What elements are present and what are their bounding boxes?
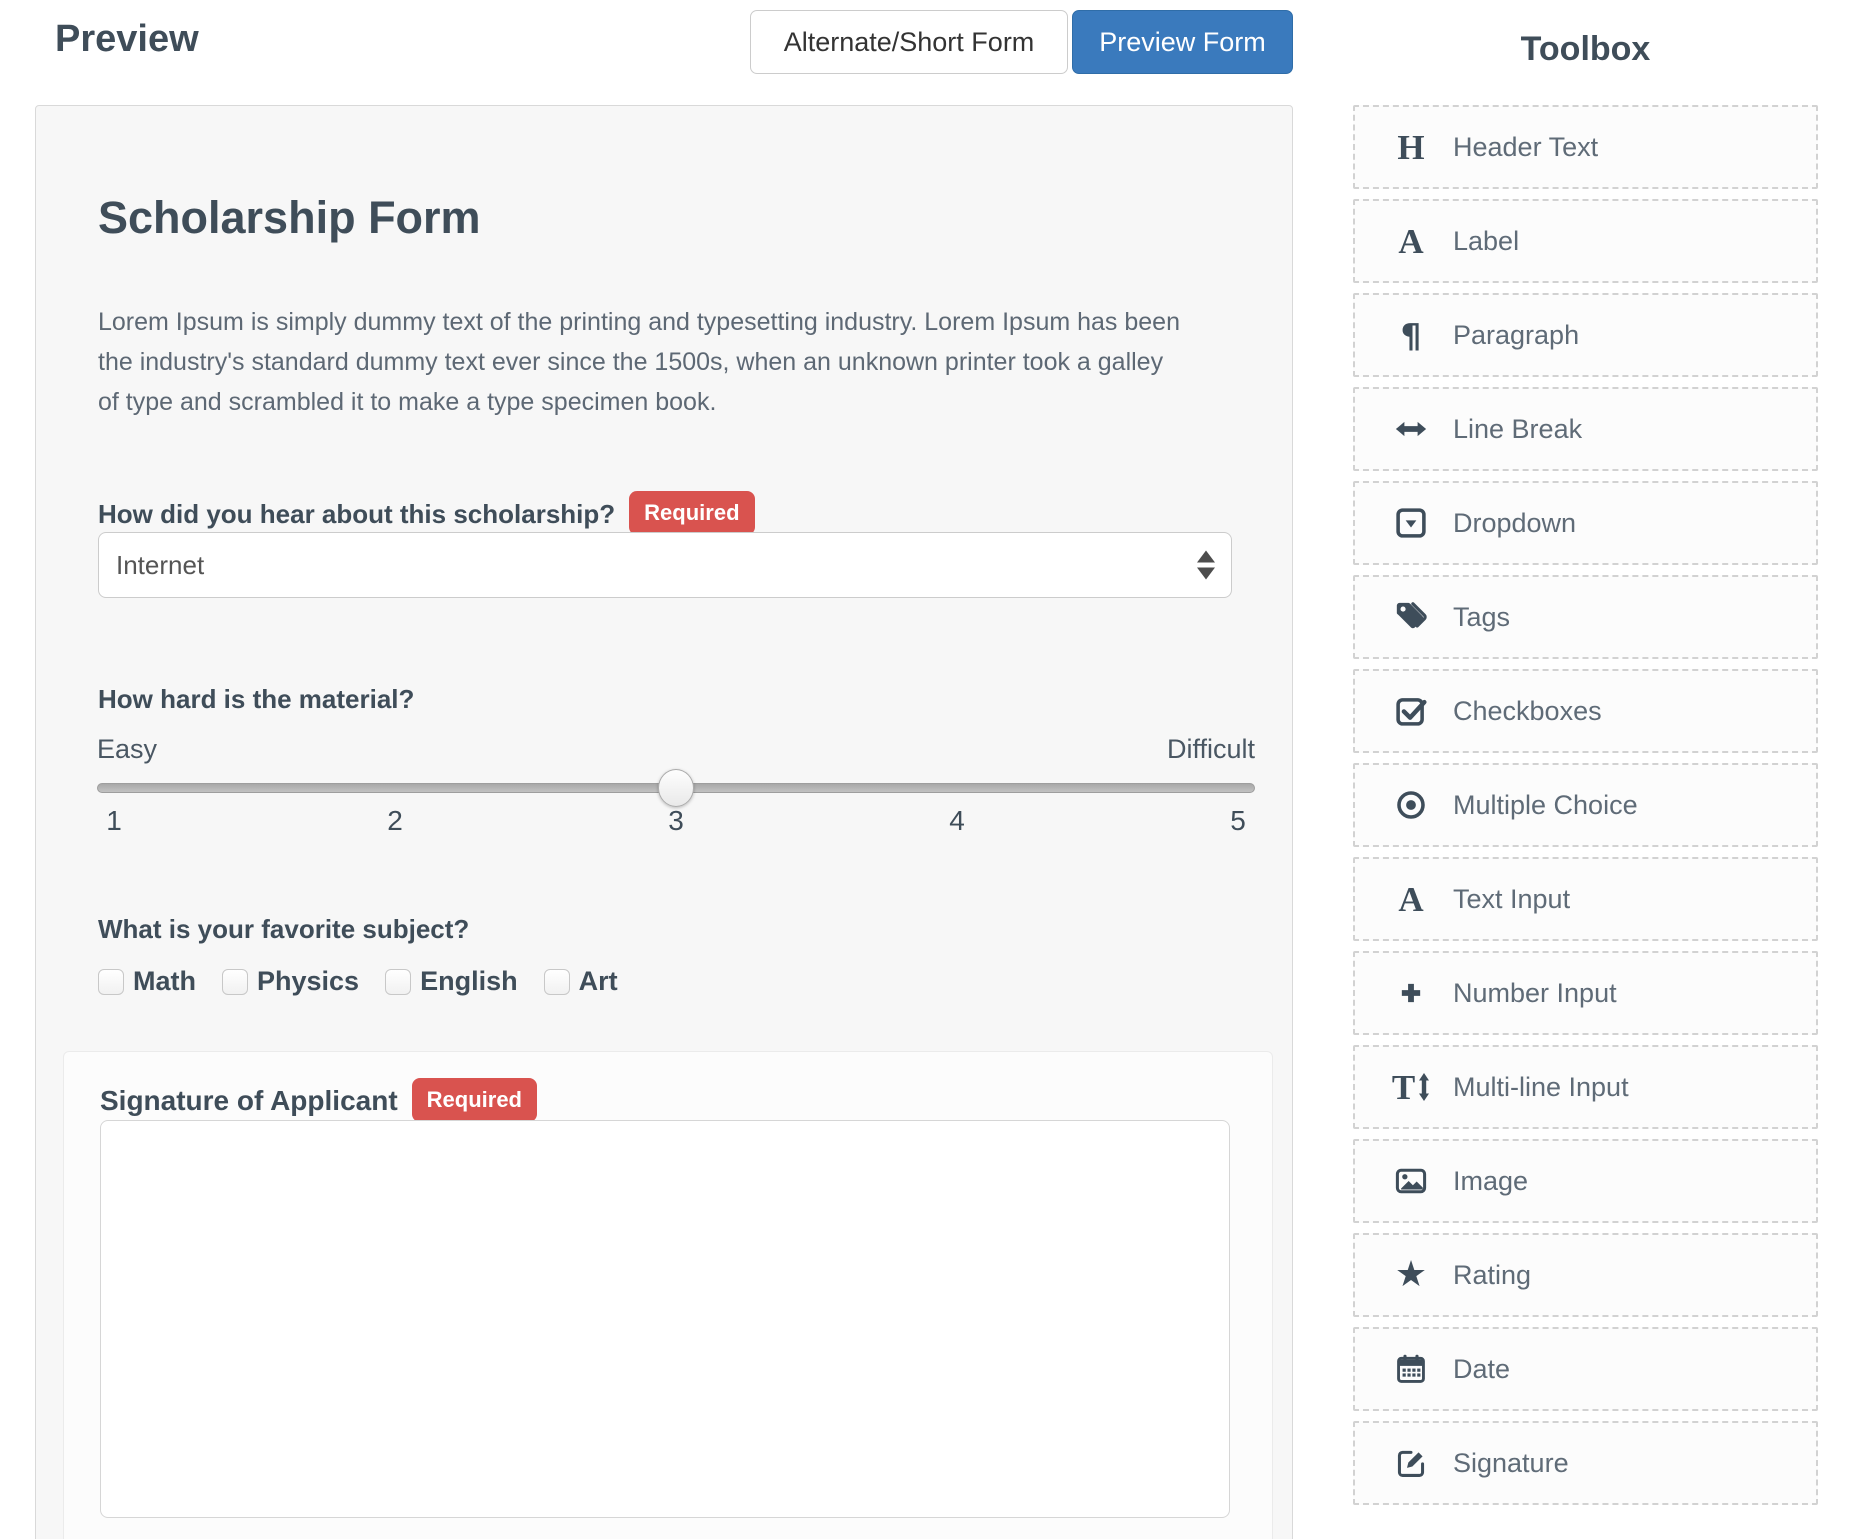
dropdown-question-label: How did you hear about this scholarship?…: [98, 491, 755, 535]
difficulty-slider[interactable]: [97, 769, 1255, 809]
checkbox-option-english[interactable]: English: [385, 966, 518, 997]
toolbox-item-paragraph[interactable]: ¶ Paragraph: [1353, 293, 1818, 377]
slider-question-label: How hard is the material?: [98, 682, 414, 716]
toolbox-item-label: Multi-line Input: [1453, 1072, 1629, 1103]
slider-max-label: Difficult: [1167, 734, 1255, 765]
preview-form-button[interactable]: Preview Form: [1072, 10, 1293, 74]
checkbox-option-label: Physics: [257, 966, 359, 997]
toolbox-item-dropdown[interactable]: Dropdown: [1353, 481, 1818, 565]
slider-min-label: Easy: [97, 734, 157, 765]
header-text-icon: H: [1391, 125, 1431, 169]
checkbox-option-math[interactable]: Math: [98, 966, 196, 997]
arrow-up-icon: [1197, 551, 1215, 563]
form-preview-panel: Scholarship Form Lorem Ipsum is simply d…: [35, 105, 1293, 1539]
form-paragraph-line: the industry's standard dummy text ever …: [98, 342, 1180, 382]
preview-form-button-label: Preview Form: [1099, 27, 1266, 58]
alternate-short-form-button-label: Alternate/Short Form: [784, 27, 1035, 58]
checkboxes-icon: [1391, 689, 1431, 733]
form-paragraph-line: Lorem Ipsum is simply dummy text of the …: [98, 302, 1180, 342]
required-badge: Required: [629, 491, 754, 535]
preview-heading: Preview: [55, 18, 199, 61]
checkbox-option-label: Math: [133, 966, 196, 997]
toolbox-item-label: Rating: [1453, 1260, 1531, 1291]
signature-label-text: Signature of Applicant: [100, 1085, 398, 1116]
select-stepper-arrows-icon: [1197, 551, 1215, 580]
signature-icon: [1391, 1441, 1431, 1485]
arrow-down-icon: [1197, 568, 1215, 580]
toolbox-item-checkboxes[interactable]: Checkboxes: [1353, 669, 1818, 753]
tags-icon: [1391, 595, 1431, 639]
toolbox-item-label: Number Input: [1453, 978, 1617, 1009]
form-paragraph-line: of type and scrambled it to make a type …: [98, 382, 1180, 422]
date-icon: [1391, 1347, 1431, 1391]
toolbox-item-header-text[interactable]: H Header Text: [1353, 105, 1818, 189]
toolbox-item-label: Checkboxes: [1453, 696, 1602, 727]
toolbox-item-image[interactable]: Image: [1353, 1139, 1818, 1223]
multiple-choice-icon: [1391, 783, 1431, 827]
number-input-icon: [1391, 971, 1431, 1015]
toolbox-item-label: Image: [1453, 1166, 1528, 1197]
line-break-icon: [1391, 407, 1431, 451]
signature-section-card: Signature of Applicant Required: [63, 1051, 1273, 1539]
required-badge: Required: [412, 1078, 537, 1122]
hear-about-select-value: Internet: [116, 550, 204, 581]
dropdown-question-label-text: How did you hear about this scholarship?: [98, 499, 615, 529]
signature-label-row: Signature of Applicant Required: [100, 1078, 537, 1122]
checkbox-options-row: Math Physics English Art: [98, 966, 618, 997]
checkbox-question-label: What is your favorite subject?: [98, 912, 469, 946]
slider-tick: 3: [659, 805, 693, 837]
label-icon: A: [1391, 219, 1431, 263]
slider-minmax-labels: Easy Difficult: [97, 734, 1255, 765]
slider-tick: 5: [1221, 805, 1255, 837]
toolbox-item-rating[interactable]: ★ Rating: [1353, 1233, 1818, 1317]
checkbox-option-label: English: [420, 966, 518, 997]
slider-tick: 2: [378, 805, 412, 837]
checkbox-icon[interactable]: [544, 969, 570, 995]
toolbox-item-label[interactable]: A Label: [1353, 199, 1818, 283]
checkbox-option-label: Art: [579, 966, 618, 997]
toolbox-item-multiple-choice[interactable]: Multiple Choice: [1353, 763, 1818, 847]
image-icon: [1391, 1159, 1431, 1203]
toolbox-title: Toolbox: [1353, 30, 1818, 69]
toolbox-item-label: Signature: [1453, 1448, 1569, 1479]
checkbox-icon[interactable]: [98, 969, 124, 995]
form-paragraph: Lorem Ipsum is simply dummy text of the …: [98, 302, 1180, 422]
toolbox-item-multiline-input[interactable]: T Multi-line Input: [1353, 1045, 1818, 1129]
slider-handle[interactable]: [658, 769, 694, 807]
toolbox-item-label: Paragraph: [1453, 320, 1579, 351]
signature-pad[interactable]: [100, 1120, 1230, 1518]
rating-icon: ★: [1391, 1253, 1431, 1297]
checkbox-icon[interactable]: [222, 969, 248, 995]
checkbox-option-physics[interactable]: Physics: [222, 966, 359, 997]
toolbox-item-signature[interactable]: Signature: [1353, 1421, 1818, 1505]
multiline-input-icon: T: [1391, 1065, 1431, 1109]
toolbox-item-label: Text Input: [1453, 884, 1570, 915]
toolbox-list: H Header Text A Label ¶ Paragraph Line B…: [1353, 105, 1818, 1515]
toolbox-item-line-break[interactable]: Line Break: [1353, 387, 1818, 471]
toolbox-item-label: Multiple Choice: [1453, 790, 1638, 821]
slider-tick-labels: 1 2 3 4 5: [97, 805, 1255, 837]
slider-tick: 1: [97, 805, 131, 837]
paragraph-icon: ¶: [1391, 313, 1431, 357]
slider-tick: 4: [940, 805, 974, 837]
toolbox-item-label: Line Break: [1453, 414, 1582, 445]
dropdown-icon: [1391, 501, 1431, 545]
toolbox-item-number-input[interactable]: Number Input: [1353, 951, 1818, 1035]
checkbox-option-art[interactable]: Art: [544, 966, 618, 997]
toolbox-item-tags[interactable]: Tags: [1353, 575, 1818, 659]
toolbox-item-label: Tags: [1453, 602, 1510, 633]
text-input-icon: A: [1391, 877, 1431, 921]
toolbox-item-label: Header Text: [1453, 132, 1598, 163]
hear-about-select[interactable]: Internet: [98, 532, 1232, 598]
toolbox-item-text-input[interactable]: A Text Input: [1353, 857, 1818, 941]
alternate-short-form-button[interactable]: Alternate/Short Form: [750, 10, 1068, 74]
toolbox-item-date[interactable]: Date: [1353, 1327, 1818, 1411]
toolbox-item-label: Label: [1453, 226, 1519, 257]
toolbox-item-label: Date: [1453, 1354, 1510, 1385]
form-title: Scholarship Form: [98, 192, 481, 244]
toolbox-item-label: Dropdown: [1453, 508, 1576, 539]
checkbox-icon[interactable]: [385, 969, 411, 995]
